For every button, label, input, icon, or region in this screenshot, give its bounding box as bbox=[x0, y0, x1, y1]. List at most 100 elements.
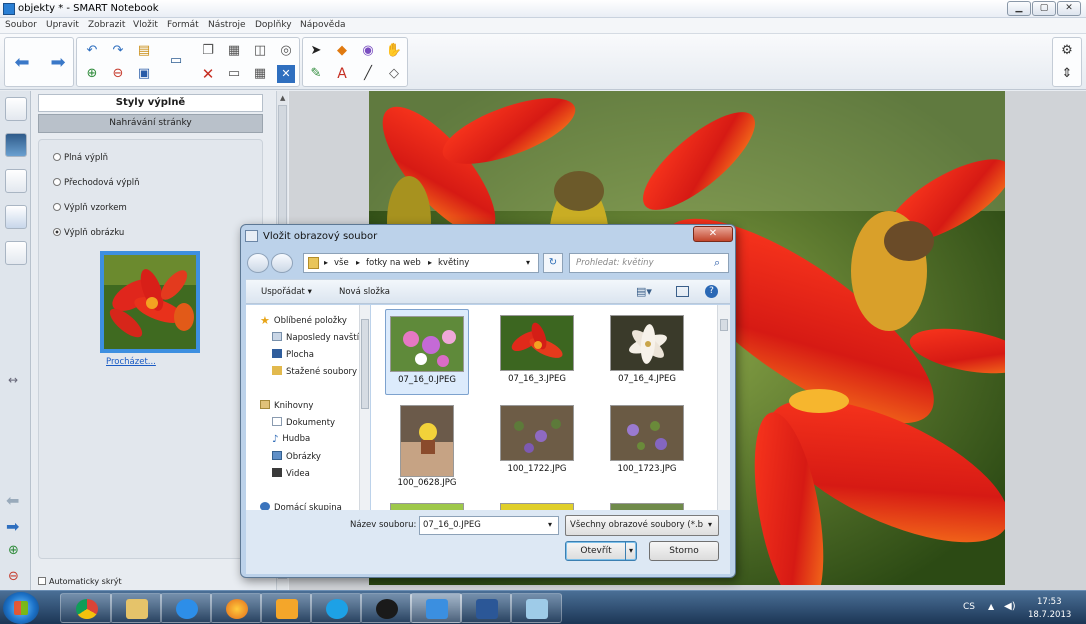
delete-page-side-icon[interactable]: ⊖ bbox=[8, 569, 19, 584]
select-pointer-icon[interactable]: ➤ bbox=[307, 42, 325, 60]
files-scroll-thumb[interactable] bbox=[720, 319, 728, 331]
file-item[interactable]: 07_16_3.JPEG bbox=[495, 309, 579, 395]
browse-link[interactable]: Procházet... bbox=[106, 357, 156, 367]
taskbar-paint[interactable] bbox=[510, 593, 562, 623]
open-folder-icon[interactable]: ▤ bbox=[135, 42, 153, 60]
menu-napoveda[interactable]: Nápověda bbox=[300, 20, 346, 30]
file-item[interactable]: 100_1722.JPG bbox=[495, 399, 579, 485]
eraser-fill-icon[interactable]: ◉ bbox=[359, 42, 377, 60]
breadcrumb-vse[interactable]: vše bbox=[334, 258, 349, 268]
clock-date[interactable]: 18.7.2013 bbox=[1028, 610, 1071, 620]
taskbar-media[interactable] bbox=[260, 593, 312, 623]
radio-icon[interactable] bbox=[53, 203, 61, 211]
autohide-checkbox[interactable]: Automaticky skrýt bbox=[38, 577, 122, 586]
resize-arrow-icon[interactable]: ↔ bbox=[8, 373, 18, 387]
text-icon[interactable]: A bbox=[333, 65, 351, 83]
delete-icon[interactable]: ✕ bbox=[199, 65, 217, 83]
nav-desktop[interactable]: Plocha bbox=[272, 349, 314, 360]
address-dropdown-icon[interactable]: ▾ bbox=[526, 258, 530, 267]
nav-music[interactable]: ♪ Hudba bbox=[272, 434, 310, 445]
page-sorter-tab-icon[interactable] bbox=[5, 97, 27, 121]
help-icon[interactable]: ? bbox=[705, 285, 718, 298]
nav-documents[interactable]: Dokumenty bbox=[272, 417, 335, 428]
screen-icon[interactable]: ▭ bbox=[225, 65, 243, 83]
breadcrumb-fotky[interactable]: fotky na web bbox=[366, 258, 421, 268]
menu-vlozit[interactable]: Vložit bbox=[133, 20, 158, 30]
file-item-partial[interactable] bbox=[385, 497, 469, 510]
option-solid-fill[interactable]: Plná výplň bbox=[53, 153, 108, 163]
file-item[interactable]: 100_0628.JPG bbox=[385, 405, 469, 491]
doc-camera-icon[interactable]: ◎ bbox=[277, 42, 295, 60]
toolbar-move-icon[interactable]: ⇕ bbox=[1058, 65, 1076, 83]
menu-doplnky[interactable]: Doplňky bbox=[255, 20, 292, 30]
nav-recent[interactable]: Naposledy navští bbox=[272, 332, 359, 343]
volume-icon[interactable]: ◀) bbox=[1004, 601, 1016, 612]
taskbar-smart-notebook[interactable] bbox=[410, 593, 462, 623]
open-dropdown-icon[interactable]: ▾ bbox=[625, 542, 636, 560]
presentation-icon[interactable]: ▭ bbox=[167, 52, 185, 70]
radio-selected-icon[interactable] bbox=[53, 228, 61, 236]
taskbar-word[interactable] bbox=[460, 593, 512, 623]
filetype-dropdown-icon[interactable]: ▾ bbox=[708, 520, 712, 529]
back-button-icon[interactable] bbox=[247, 253, 269, 273]
new-folder-button[interactable]: Nová složka bbox=[339, 287, 390, 297]
image-fill-preview[interactable] bbox=[100, 251, 200, 353]
option-pattern-fill[interactable]: Výplň vzorkem bbox=[53, 203, 127, 213]
table-icon[interactable]: ▦ bbox=[251, 65, 269, 83]
radio-icon[interactable] bbox=[53, 153, 61, 161]
dialog-close-button[interactable]: ✕ bbox=[693, 226, 733, 242]
filename-input[interactable]: 07_16_0.JPEG ▾ bbox=[419, 516, 559, 535]
filetype-select[interactable]: Všechny obrazové soubory (*.b ▾ bbox=[565, 515, 719, 536]
delete-page-icon[interactable]: ⊖ bbox=[109, 65, 127, 83]
nav-downloads[interactable]: Stažené soubory bbox=[272, 366, 357, 377]
menu-upravit[interactable]: Upravit bbox=[46, 20, 79, 30]
close-button[interactable]: ✕ bbox=[1057, 1, 1081, 16]
option-gradient-fill[interactable]: Přechodová výplň bbox=[53, 178, 140, 188]
address-bar[interactable]: ▸ vše ▸ fotky na web ▸ květiny ▾ bbox=[303, 253, 539, 273]
forward-arrow-icon[interactable]: ➡ bbox=[49, 54, 67, 72]
page-recording-button[interactable]: Nahrávání stránky bbox=[38, 114, 263, 133]
file-item[interactable]: 100_1723.JPG bbox=[605, 399, 689, 485]
filename-dropdown-icon[interactable]: ▾ bbox=[548, 520, 552, 529]
refresh-icon[interactable]: ↻ bbox=[543, 253, 563, 273]
search-input[interactable]: Prohledat: květiny ⌕ bbox=[569, 253, 729, 273]
nav-libraries[interactable]: Knihovny bbox=[260, 400, 313, 411]
paste-icon[interactable]: ❐ bbox=[199, 42, 217, 60]
menu-format[interactable]: Formát bbox=[167, 20, 199, 30]
attachments-tab-icon[interactable] bbox=[5, 169, 27, 193]
add-page-side-icon[interactable]: ⊕ bbox=[8, 543, 19, 558]
language-indicator[interactable]: CS bbox=[963, 602, 975, 612]
file-item-partial[interactable] bbox=[605, 497, 689, 510]
taskbar-hp[interactable] bbox=[360, 593, 412, 623]
breadcrumb-kvetiny[interactable]: květiny bbox=[438, 258, 469, 268]
search-icon[interactable]: ⌕ bbox=[714, 256, 720, 270]
save-icon[interactable]: ▣ bbox=[135, 65, 153, 83]
maximize-button[interactable]: ▢ bbox=[1032, 1, 1056, 16]
fullscreen-icon[interactable]: ✕ bbox=[277, 65, 295, 83]
files-scrollbar[interactable] bbox=[717, 305, 730, 510]
nav-favorites[interactable]: ★ Oblíbené položky bbox=[260, 314, 347, 327]
menu-nastroje[interactable]: Nástroje bbox=[208, 20, 246, 30]
clock-time[interactable]: 17:53 bbox=[1037, 597, 1062, 607]
nav-pictures[interactable]: Obrázky bbox=[272, 451, 321, 462]
next-page-arrow-icon[interactable]: ➡ bbox=[6, 517, 19, 536]
gallery-tab-icon[interactable] bbox=[5, 133, 27, 157]
add-page-icon[interactable]: ⊕ bbox=[83, 65, 101, 83]
taskbar-skype[interactable] bbox=[310, 593, 362, 623]
nav-scroll-thumb[interactable] bbox=[361, 319, 369, 409]
file-item-partial[interactable] bbox=[495, 497, 579, 510]
file-item[interactable]: 07_16_0.JPEG bbox=[385, 309, 469, 395]
nav-scrollbar[interactable] bbox=[359, 305, 370, 510]
cancel-button[interactable]: Storno bbox=[649, 541, 719, 561]
screen-capture-icon[interactable]: ▦ bbox=[225, 42, 243, 60]
prev-page-arrow-icon[interactable]: ⬅ bbox=[6, 491, 19, 510]
taskbar-firefox[interactable] bbox=[210, 593, 262, 623]
redo-icon[interactable]: ↷ bbox=[109, 42, 127, 60]
taskbar-ie[interactable] bbox=[160, 593, 212, 623]
start-button[interactable] bbox=[3, 592, 39, 624]
preview-pane-icon[interactable] bbox=[676, 286, 689, 297]
view-options-icon[interactable]: ▤▾ bbox=[636, 285, 652, 298]
open-button[interactable]: Otevřít ▾ bbox=[565, 541, 637, 561]
magic-pen-icon[interactable]: ✋ bbox=[385, 42, 403, 60]
nav-videos[interactable]: Videa bbox=[272, 468, 310, 479]
